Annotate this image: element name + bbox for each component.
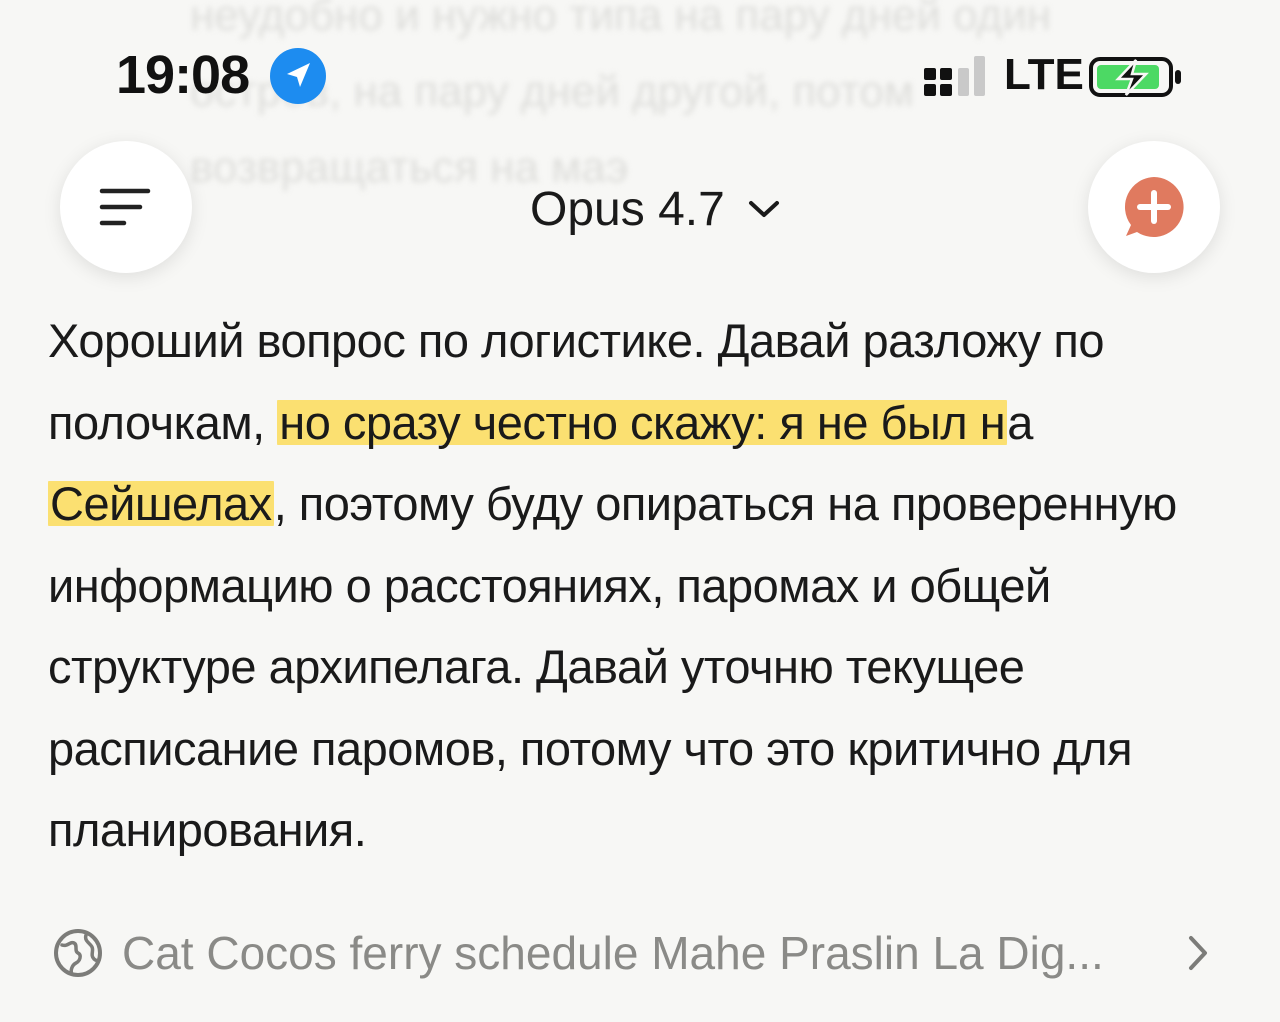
location-arrow-icon — [270, 48, 326, 104]
cellular-signal-icon — [922, 54, 988, 100]
new-chat-plus-icon — [1124, 177, 1184, 237]
message-text: , поэтому буду опираться на проверенную … — [48, 477, 1177, 856]
globe-icon — [54, 929, 102, 977]
battery-charging-icon — [1088, 54, 1184, 100]
message-text: а — [1007, 395, 1033, 449]
chevron-right-icon — [1189, 936, 1207, 970]
highlighted-text: но сразу честно скажу: я не был н — [277, 395, 1008, 449]
menu-button[interactable] — [60, 141, 192, 273]
search-query: Cat Cocos ferry schedule Mahe Praslin La… — [122, 927, 1104, 979]
hamburger-icon — [99, 188, 151, 226]
model-name: Opus 4.7 — [530, 182, 725, 236]
assistant-message: Хороший вопрос по логистике. Давай разло… — [48, 300, 1248, 871]
chevron-down-icon — [748, 201, 779, 217]
model-selector[interactable]: Opus 4.7 — [530, 174, 781, 244]
network-type: LTE — [1004, 50, 1084, 99]
new-chat-button[interactable] — [1088, 141, 1220, 273]
web-search-result[interactable]: Cat Cocos ferry schedule Mahe Praslin La… — [52, 918, 1222, 988]
highlighted-text: Сейшелах — [48, 477, 274, 530]
chat-screen: неудобно и нужно типа на пару дней один … — [0, 0, 1280, 1022]
status-time: 19:08 — [116, 45, 250, 105]
